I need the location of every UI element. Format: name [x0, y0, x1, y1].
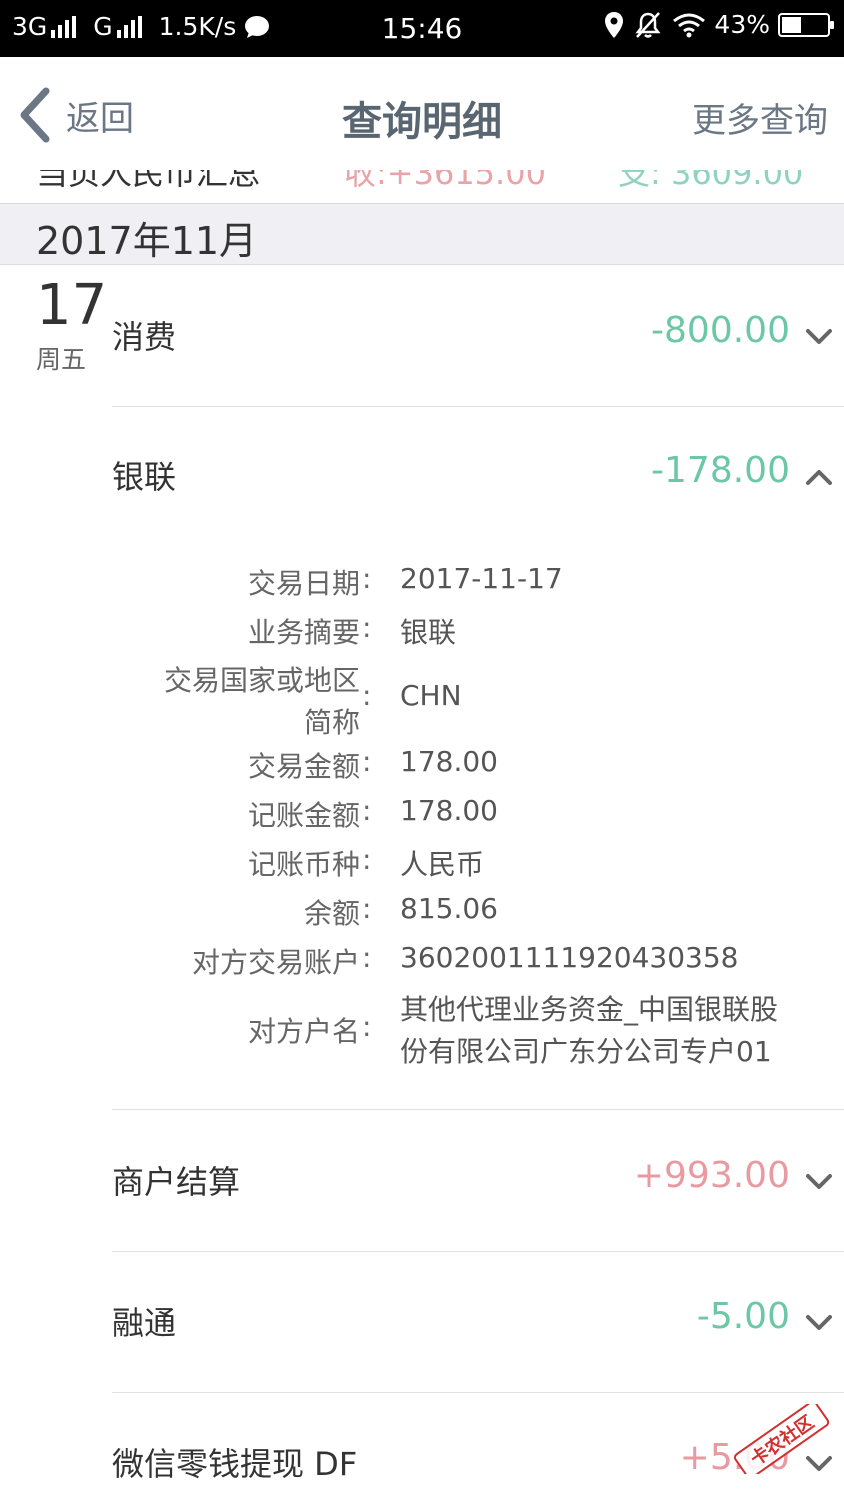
transaction-name: 消费	[112, 318, 177, 356]
detail-colon: :	[362, 1010, 372, 1043]
row-divider	[112, 1251, 844, 1252]
battery-percent: 43%	[714, 10, 770, 39]
location-pin-icon	[605, 11, 624, 38]
summary-expense: 支: 3609.00	[618, 170, 804, 192]
page-summary: 当页人民币汇总 收:+3615.00 支: 3609.00	[0, 170, 844, 202]
transaction-amount: -5.00	[696, 1296, 790, 1337]
detail-counter-name: 对方户名 : 其他代理业务资金_中国银联股 份有限公司广东分公司专户01	[0, 988, 844, 1072]
nav-bar: 返回 查询明细 更多查询	[0, 57, 844, 171]
detail-label: 记账金额	[247, 799, 360, 832]
detail-value: 815.06	[400, 892, 498, 925]
wifi-icon	[673, 13, 706, 37]
detail-colon: :	[362, 892, 372, 925]
transaction-amount: -800.00	[651, 310, 790, 351]
detail-value: 人民币	[400, 848, 485, 881]
detail-value: 其他代理业务资金_中国银联股	[400, 993, 779, 1026]
detail-label: 对方交易账户	[191, 946, 360, 979]
chevron-down-icon[interactable]	[804, 1167, 834, 1197]
detail-value: 178.00	[400, 745, 498, 778]
transaction-amount: +993.00	[633, 1155, 790, 1196]
detail-label: 记账币种	[247, 848, 360, 881]
detail-colon: :	[362, 562, 372, 595]
more-query-button[interactable]: 更多查询	[692, 93, 828, 142]
detail-label: 余额	[303, 897, 360, 930]
detail-colon: :	[362, 679, 372, 712]
detail-colon: :	[362, 745, 372, 778]
detail-value: 2017-11-17	[400, 562, 563, 595]
status-right: 43%	[594, 10, 834, 39]
chevron-down-icon[interactable]	[804, 1308, 834, 1338]
detail-value: 178.00	[400, 794, 498, 827]
detail-label: 对方户名	[247, 1015, 360, 1048]
detail-label: 交易日期	[247, 567, 360, 600]
row-divider	[112, 406, 844, 407]
summary-label: 当页人民币汇总	[36, 170, 261, 192]
detail-colon: :	[362, 794, 372, 827]
detail-value: CHN	[400, 679, 462, 712]
transaction-row-unionpay[interactable]: 银联 -178.00	[112, 440, 844, 510]
detail-label: 交易国家或地区	[163, 664, 360, 697]
detail-colon: :	[362, 843, 372, 876]
watermark-logo: 卡农社区	[733, 1404, 830, 1474]
month-label: 2017年11月	[36, 219, 258, 263]
detail-label-2: 简称	[303, 706, 360, 739]
detail-value: 银联	[400, 616, 457, 649]
detail-label: 业务摘要	[247, 616, 360, 649]
detail-value: 3602001111920430358	[400, 941, 739, 974]
transaction-row-consume[interactable]: 消费 -800.00	[112, 300, 844, 370]
chevron-down-icon[interactable]	[804, 322, 834, 352]
row-divider	[112, 1109, 844, 1110]
detail-value-2: 份有限公司广东分公司专户01	[400, 1035, 772, 1068]
detail-country: 交易国家或地区 简称 : CHN	[0, 659, 844, 739]
transaction-row-rongtong[interactable]: 融通 -5.00	[112, 1286, 844, 1356]
detail-colon: :	[362, 941, 372, 974]
battery-icon	[778, 12, 834, 37]
month-header: 2017年11月	[0, 203, 844, 265]
status-bar: 3G G 1.5K/s 15:46 43%	[0, 0, 844, 57]
transaction-amount: -178.00	[651, 450, 790, 491]
detail-label: 交易金额	[247, 750, 360, 783]
transaction-row-merchant[interactable]: 商户结算 +993.00	[112, 1145, 844, 1215]
transaction-name: 微信零钱提现 DF	[112, 1445, 358, 1483]
day-number: 17	[36, 273, 108, 338]
transaction-name: 银联	[112, 458, 177, 496]
day-weekday: 周五	[36, 345, 87, 374]
row-divider	[112, 1392, 844, 1393]
transaction-name: 商户结算	[112, 1163, 241, 1201]
detail-colon: :	[362, 611, 372, 644]
chevron-up-icon[interactable]	[804, 462, 834, 492]
mute-bell-icon	[635, 11, 661, 38]
summary-income: 收:+3615.00	[344, 170, 546, 192]
transaction-name: 融通	[112, 1304, 177, 1342]
